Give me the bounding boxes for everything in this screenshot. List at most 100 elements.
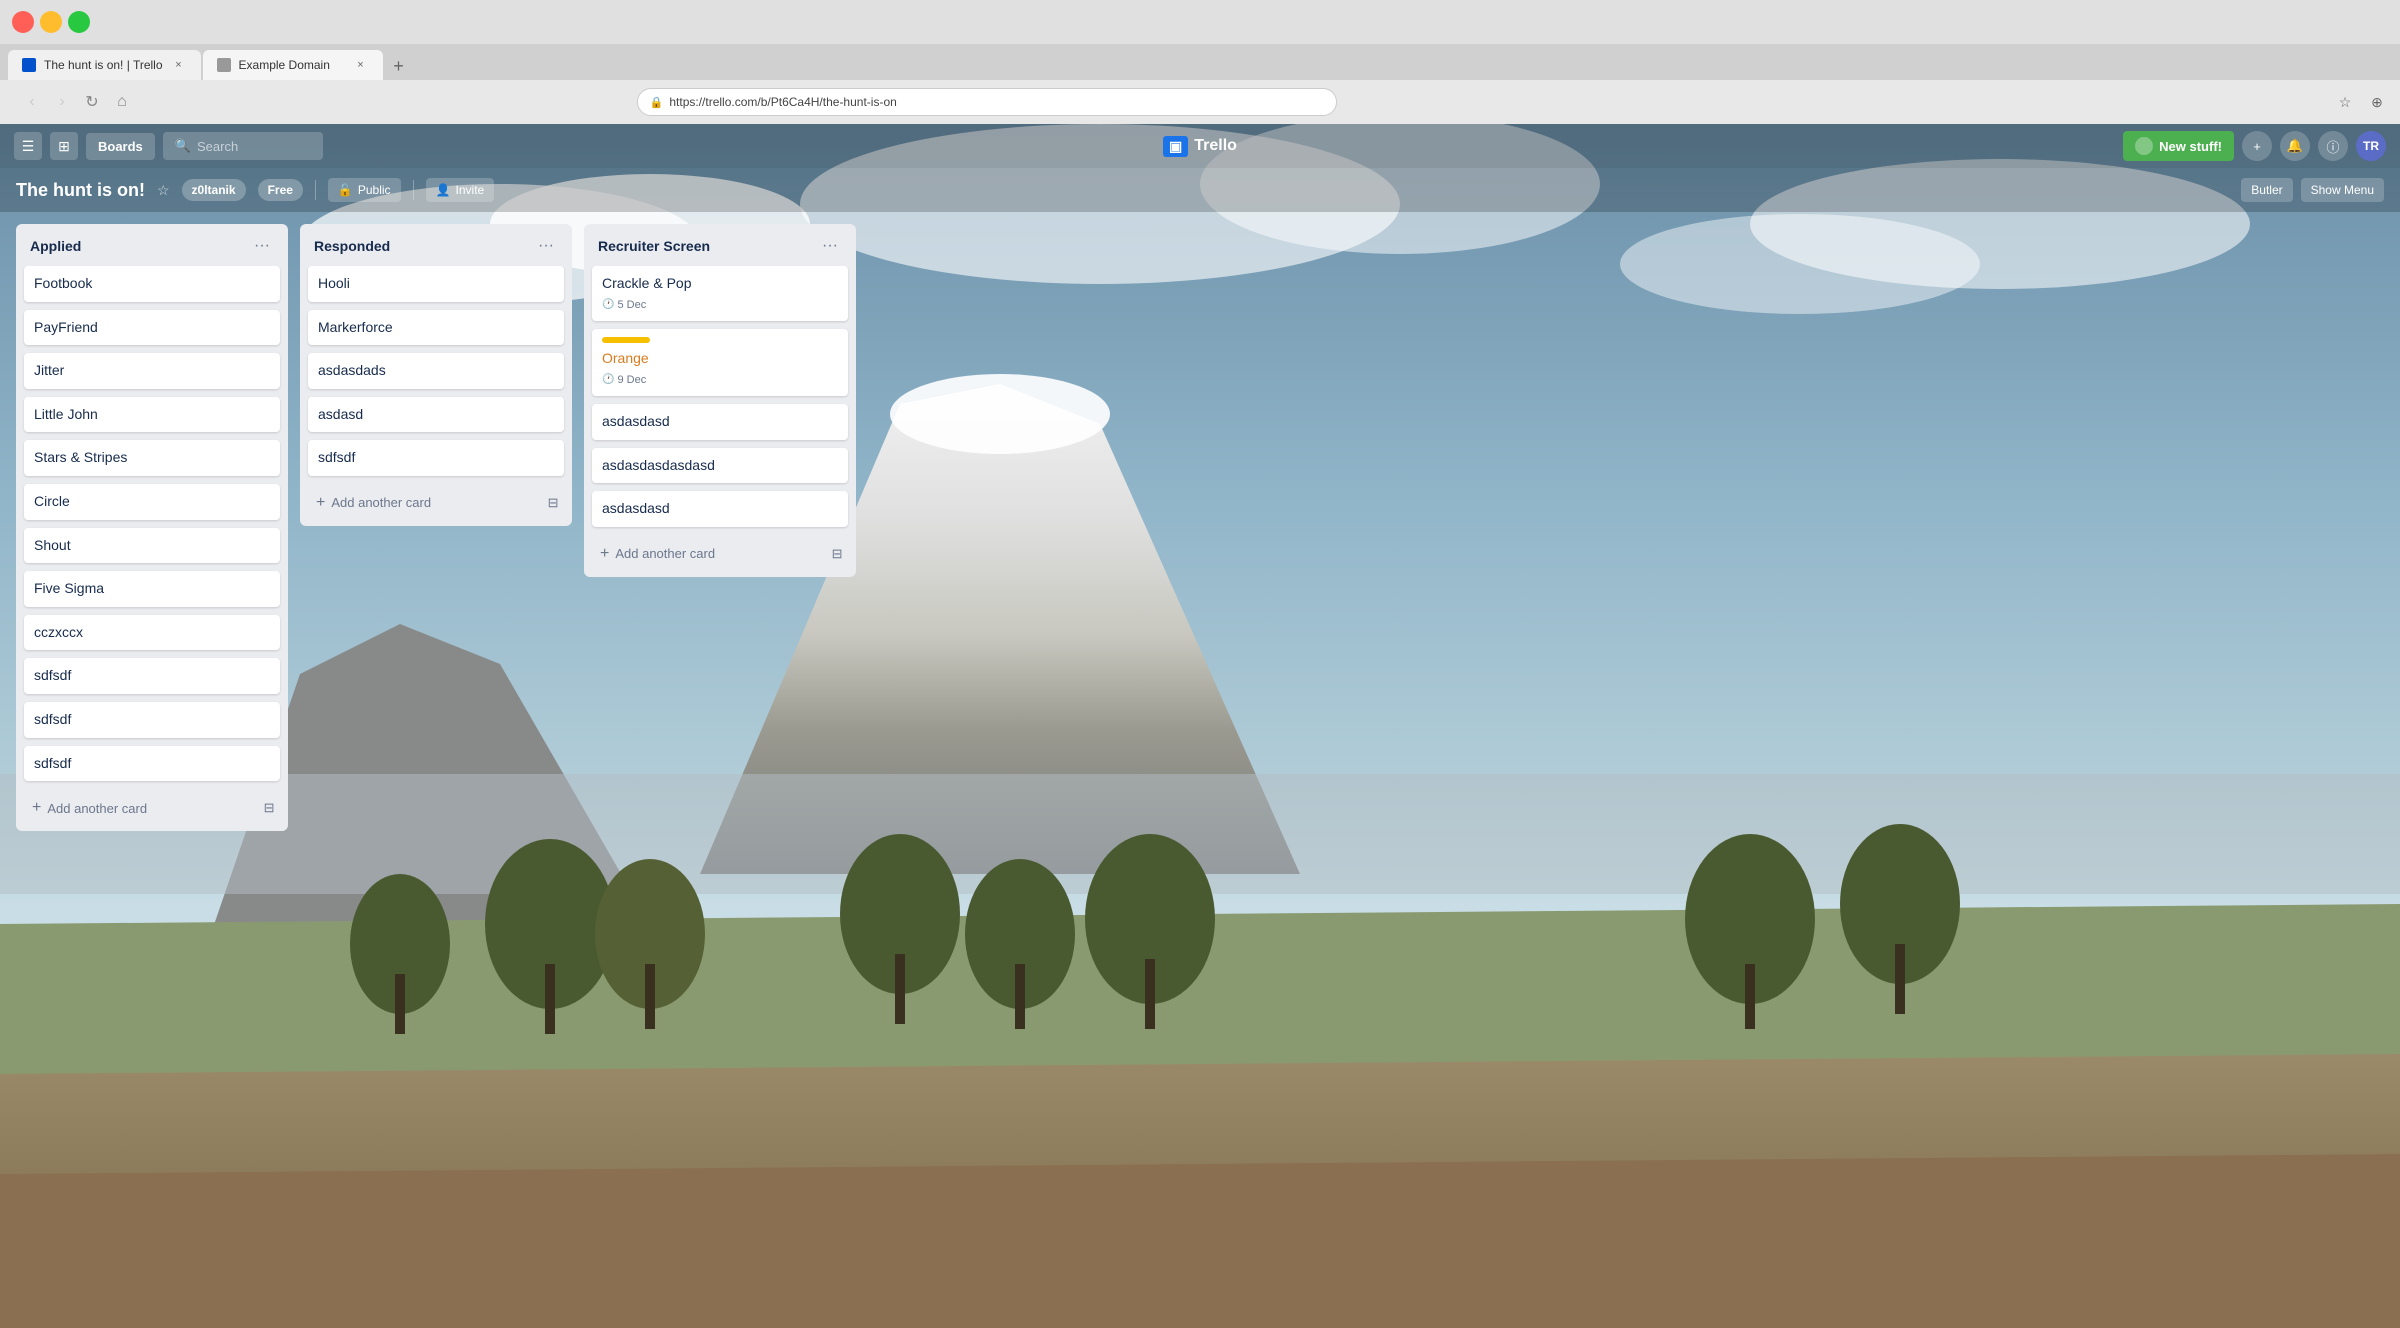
list-recruiter-screen: Recruiter Screen ··· Crackle & Pop 🕐 5 D… <box>584 224 856 577</box>
info-button[interactable]: ⓘ <box>2318 131 2348 161</box>
new-stuff-avatar <box>2135 137 2153 155</box>
card-orange-label <box>602 337 650 343</box>
card-crackle-pop-date: 🕐 5 Dec <box>602 298 838 313</box>
card-hooli[interactable]: Hooli <box>308 266 564 302</box>
card-recruiter-asdasdasd[interactable]: asdasdasd <box>592 404 848 440</box>
show-menu-label: Show Menu <box>2311 183 2374 197</box>
invite-label: Invite <box>456 183 485 197</box>
trello-logo-text: Trello <box>1194 137 1237 155</box>
list-applied-header: Applied ··· <box>16 224 288 266</box>
archive-applied-button[interactable]: ⊟ <box>258 796 280 820</box>
card-asdasdads[interactable]: asdasdads <box>308 353 564 389</box>
list-recruiter-title: Recruiter Screen <box>598 238 818 254</box>
trello-logo-icon: ▣ <box>1163 136 1188 157</box>
maximize-traffic-light[interactable] <box>68 11 90 33</box>
tab-label-trello: The hunt is on! | Trello <box>44 58 163 72</box>
user-avatar[interactable]: TR <box>2356 131 2386 161</box>
board-title[interactable]: The hunt is on! <box>16 180 145 201</box>
clock-icon-2: 🕐 <box>602 373 614 387</box>
card-payfriend-text: PayFriend <box>34 319 98 335</box>
card-cczxccx[interactable]: cczxccx <box>24 615 280 651</box>
visibility-icon: 🔓 <box>338 183 353 197</box>
list-recruiter-menu-button[interactable]: ··· <box>818 234 842 258</box>
tab-close-example[interactable]: × <box>353 57 369 73</box>
extensions-icon[interactable]: ⊕ <box>2366 91 2388 113</box>
add-card-applied-label: Add another card <box>47 801 147 816</box>
card-stars-stripes[interactable]: Stars & Stripes <box>24 440 280 476</box>
card-circle[interactable]: Circle <box>24 484 280 520</box>
browser-toolbar-icons: ☆ ⊕ <box>2334 91 2388 113</box>
list-applied-menu-button[interactable]: ··· <box>250 234 274 258</box>
card-sdfsdf-1-text: sdfsdf <box>34 667 71 683</box>
nav-controls: ‹ › ↻ ⌂ <box>20 90 134 114</box>
add-card-applied-button[interactable]: + Add another card <box>24 793 258 823</box>
url-text: https://trello.com/b/Pt6Ca4H/the-hunt-is… <box>669 95 896 109</box>
card-little-john[interactable]: Little John <box>24 397 280 433</box>
list-recruiter-footer: + Add another card ⊟ <box>584 535 856 577</box>
back-button[interactable]: ‹ <box>20 90 44 114</box>
traffic-lights <box>12 11 90 33</box>
tab-close-trello[interactable]: × <box>171 57 187 73</box>
card-asdasd-text: asdasd <box>318 406 363 422</box>
tab-favicon-example <box>217 58 231 72</box>
card-jitter[interactable]: Jitter <box>24 353 280 389</box>
board-star-button[interactable]: ☆ <box>157 182 170 199</box>
board-header: The hunt is on! ☆ z0ltanik Free 🔓 Public… <box>0 168 2400 212</box>
card-jitter-text: Jitter <box>34 362 64 378</box>
card-orange[interactable]: Orange 🕐 9 Dec <box>592 329 848 396</box>
add-nav-button[interactable]: + <box>2242 131 2272 161</box>
nav-right: New stuff! + 🔔 ⓘ TR <box>2123 131 2386 161</box>
home-button[interactable]: ⌂ <box>110 90 134 114</box>
list-responded-menu-button[interactable]: ··· <box>534 234 558 258</box>
list-responded-header: Responded ··· <box>300 224 572 266</box>
butler-button[interactable]: Butler <box>2241 178 2292 202</box>
bookmark-icon[interactable]: ☆ <box>2334 91 2356 113</box>
visibility-button[interactable]: 🔓 Public <box>328 178 401 202</box>
new-tab-button[interactable]: + <box>385 52 413 80</box>
card-sdfsdf-3[interactable]: sdfsdf <box>24 746 280 782</box>
list-recruiter-header: Recruiter Screen ··· <box>584 224 856 266</box>
refresh-button[interactable]: ↻ <box>80 90 104 114</box>
add-card-responded-icon: + <box>316 494 325 512</box>
card-sdfsdf-1[interactable]: sdfsdf <box>24 658 280 694</box>
invite-button[interactable]: 👤 Invite <box>426 178 495 202</box>
tab-example[interactable]: Example Domain × <box>203 50 383 80</box>
card-sdfsdf-3-text: sdfsdf <box>34 755 71 771</box>
card-five-sigma-text: Five Sigma <box>34 580 104 596</box>
archive-responded-button[interactable]: ⊟ <box>542 491 564 515</box>
list-applied-cards: Footbook PayFriend Jitter Little John St… <box>16 266 288 789</box>
tab-trello[interactable]: The hunt is on! | Trello × <box>8 50 201 80</box>
search-button[interactable]: 🔍 Search <box>163 132 323 160</box>
card-responded-sdfsdf[interactable]: sdfsdf <box>308 440 564 476</box>
card-five-sigma[interactable]: Five Sigma <box>24 571 280 607</box>
tab-favicon-trello <box>22 58 36 72</box>
list-responded-footer: + Add another card ⊟ <box>300 484 572 526</box>
card-crackle-pop[interactable]: Crackle & Pop 🕐 5 Dec <box>592 266 848 321</box>
close-traffic-light[interactable] <box>12 11 34 33</box>
add-card-recruiter-button[interactable]: + Add another card <box>592 539 826 569</box>
add-card-responded-button[interactable]: + Add another card <box>308 488 542 518</box>
address-bar[interactable]: 🔒 https://trello.com/b/Pt6Ca4H/the-hunt-… <box>637 88 1337 116</box>
hamburger-button[interactable]: ☰ <box>14 132 42 160</box>
add-card-applied-icon: + <box>32 799 41 817</box>
add-card-responded-label: Add another card <box>331 495 431 510</box>
add-card-recruiter-label: Add another card <box>615 546 715 561</box>
archive-recruiter-button[interactable]: ⊟ <box>826 542 848 566</box>
card-markerforce[interactable]: Markerforce <box>308 310 564 346</box>
card-recruiter-asdasdasdasdasd[interactable]: asdasdasdasdasd <box>592 448 848 484</box>
notification-button[interactable]: 🔔 <box>2280 131 2310 161</box>
forward-button[interactable]: › <box>50 90 74 114</box>
card-payfriend[interactable]: PayFriend <box>24 310 280 346</box>
home-nav-button[interactable]: ⊞ <box>50 132 78 160</box>
card-shout[interactable]: Shout <box>24 528 280 564</box>
board-member-name: z0ltanik <box>192 183 236 197</box>
minimize-traffic-light[interactable] <box>40 11 62 33</box>
card-asdasd[interactable]: asdasd <box>308 397 564 433</box>
show-menu-button[interactable]: Show Menu <box>2301 178 2384 202</box>
card-recruiter-asdasdasd2[interactable]: asdasdasd <box>592 491 848 527</box>
card-footbook[interactable]: Footbook <box>24 266 280 302</box>
card-sdfsdf-2[interactable]: sdfsdf <box>24 702 280 738</box>
new-stuff-button[interactable]: New stuff! <box>2123 131 2234 161</box>
boards-button[interactable]: Boards <box>86 133 155 160</box>
list-responded-cards: Hooli Markerforce asdasdads asdasd sdfsd… <box>300 266 572 484</box>
